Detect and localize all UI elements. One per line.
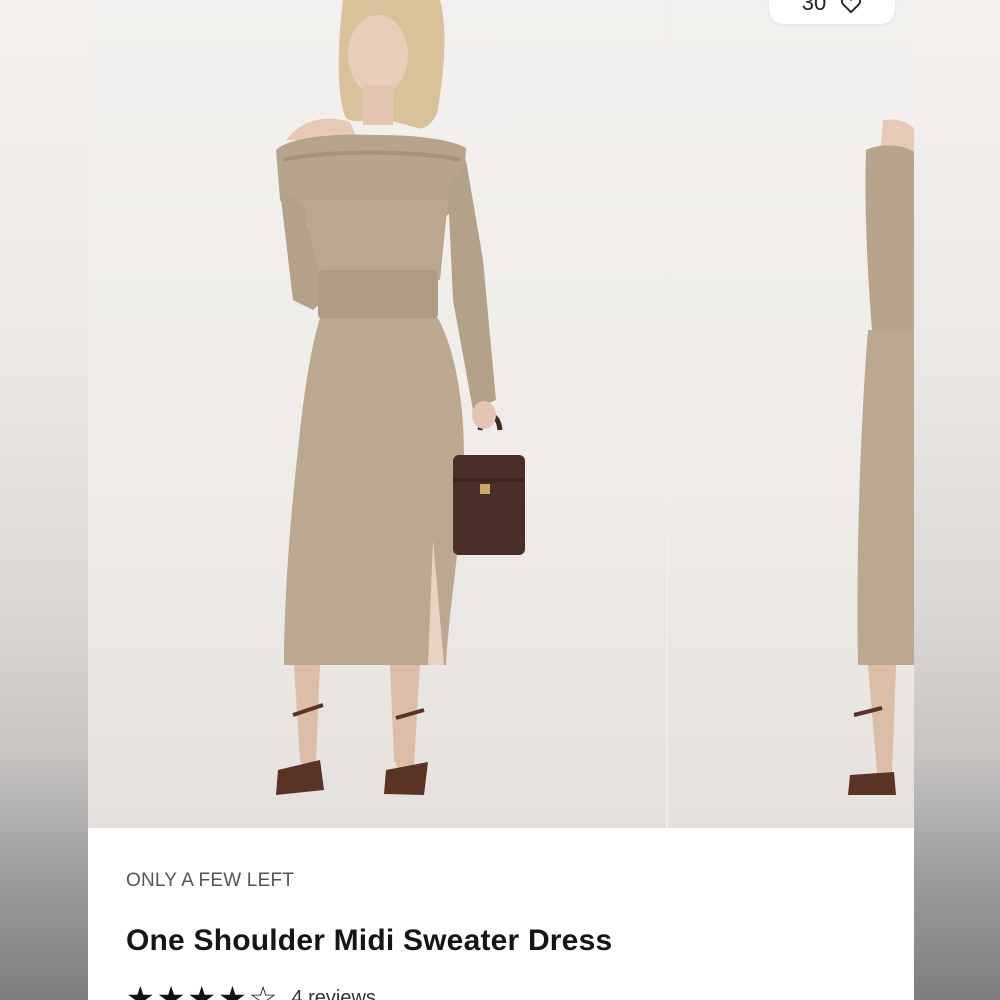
star-filled-icon: ★ (218, 980, 247, 1000)
blurred-background-left (0, 0, 88, 1000)
product-photo-side[interactable] (668, 0, 914, 828)
model-illustration-side (848, 119, 914, 795)
star-filled-icon: ★ (126, 980, 155, 1000)
star-filled-icon: ★ (187, 980, 217, 1000)
reviews-link[interactable]: 4 reviews (291, 987, 375, 1000)
favorite-button[interactable]: 30 (769, 0, 895, 24)
product-page: 30 ONLY A FEW LEFT One Shoulder Midi Swe… (88, 0, 914, 1000)
product-rating[interactable]: ★ ★ ★ ★ ☆ 4 reviews (126, 982, 376, 1000)
star-empty-icon: ☆ (248, 980, 278, 1000)
favorite-count: 30 (801, 0, 827, 15)
model-illustration (276, 0, 525, 795)
star-filled-icon: ★ (156, 980, 186, 1000)
blurred-background-right (914, 0, 1000, 1000)
product-title: One Shoulder Midi Sweater Dress (126, 924, 613, 957)
rating-stars: ★ ★ ★ ★ ☆ (126, 982, 277, 1000)
product-photo-front[interactable] (88, 0, 666, 828)
heart-outline-icon (841, 0, 862, 14)
image-gallery[interactable]: 30 (88, 0, 914, 828)
stock-status-label: ONLY A FEW LEFT (126, 870, 295, 891)
